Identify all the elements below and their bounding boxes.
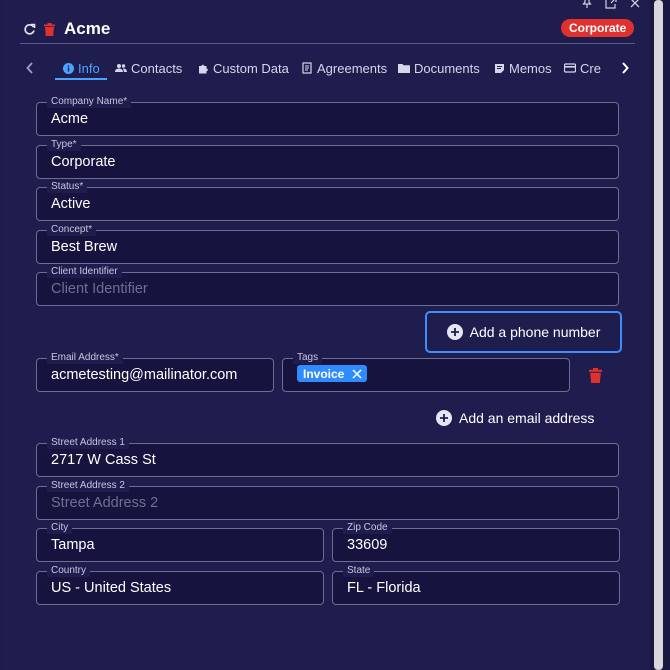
- street-address-2-field[interactable]: Street Address 2 Street Address 2: [36, 480, 619, 520]
- tab-credit[interactable]: Cre: [564, 58, 601, 78]
- company-name-label: Company Name*: [47, 96, 132, 108]
- email-field[interactable]: Email Address* acmetesting@mailinator.co…: [36, 352, 274, 392]
- concept-field[interactable]: Concept* Best Brew: [36, 224, 619, 264]
- folder-icon: [398, 62, 410, 74]
- email-label: Email Address*: [47, 352, 123, 364]
- type-value: Corporate: [51, 154, 116, 170]
- tag-chip-label: Invoice: [303, 366, 345, 381]
- street-address-1-field[interactable]: Street Address 1 2717 W Cass St: [36, 437, 619, 477]
- tags-label: Tags: [293, 352, 323, 364]
- add-email-button[interactable]: Add an email address: [436, 406, 594, 430]
- add-circle-icon: [436, 410, 452, 426]
- state-label: State: [343, 565, 375, 577]
- add-email-label: Add an email address: [459, 410, 595, 426]
- tab-info[interactable]: Info: [62, 58, 100, 78]
- concept-label: Concept*: [47, 224, 97, 236]
- header-divider: [20, 43, 635, 44]
- scrollbar[interactable]: [654, 0, 663, 670]
- street-address-1-value: 2717 W Cass St: [51, 452, 156, 468]
- pin-icon[interactable]: [580, 0, 594, 10]
- company-name-field[interactable]: Company Name* Acme: [36, 96, 619, 136]
- add-phone-button[interactable]: Add a phone number: [425, 311, 622, 353]
- concept-value: Best Brew: [51, 239, 118, 255]
- tab-scroll-right-button[interactable]: [617, 59, 633, 77]
- city-label: City: [47, 522, 73, 534]
- company-name-value: Acme: [51, 111, 89, 127]
- state-field[interactable]: State FL - Florida: [332, 565, 620, 605]
- client-identifier-label: Client Identifier: [47, 266, 122, 278]
- status-label: Status*: [47, 181, 88, 193]
- tab-bar: Info Contacts Custom Data Agreements Doc…: [22, 56, 637, 80]
- popout-icon[interactable]: [604, 0, 618, 10]
- add-circle-icon: [446, 324, 463, 340]
- document-icon: [301, 62, 313, 74]
- company-title: Acme: [64, 19, 111, 38]
- panel-header: Acme: [22, 18, 648, 40]
- info-icon: [62, 62, 74, 74]
- email-value: acmetesting@mailinator.com: [51, 367, 238, 383]
- delete-email-icon[interactable]: [587, 366, 603, 384]
- add-phone-label: Add a phone number: [469, 324, 601, 340]
- tab-custom-data[interactable]: Custom Data: [197, 58, 289, 78]
- city-value: Tampa: [51, 537, 95, 553]
- country-label: Country: [47, 565, 91, 577]
- tags-field[interactable]: Tags Invoice: [282, 352, 570, 392]
- tab-memos[interactable]: Memos: [493, 58, 552, 78]
- refresh-icon[interactable]: [22, 21, 36, 37]
- status-field[interactable]: Status* Active: [36, 181, 619, 221]
- memo-icon: [493, 62, 505, 74]
- puzzle-icon: [197, 62, 209, 74]
- client-identifier-field[interactable]: Client Identifier Client Identifier: [36, 266, 619, 306]
- tag-chip-invoice: Invoice: [297, 365, 368, 382]
- street-address-2-placeholder: Street Address 2: [51, 495, 159, 511]
- active-tab-indicator: [55, 78, 107, 80]
- company-type-badge: Corporate: [561, 19, 635, 37]
- people-icon: [115, 62, 127, 74]
- close-icon[interactable]: [628, 0, 642, 10]
- country-value: US - United States: [51, 580, 172, 596]
- window-controls: [580, 0, 642, 10]
- country-field[interactable]: Country US - United States: [36, 565, 324, 605]
- street-address-1-label: Street Address 1: [47, 437, 129, 449]
- city-field[interactable]: City Tampa: [36, 522, 324, 562]
- zip-code-field[interactable]: Zip Code 33609: [332, 522, 620, 562]
- credit-icon: [564, 62, 576, 74]
- status-value: Active: [51, 196, 91, 212]
- tab-agreements[interactable]: Agreements: [301, 58, 387, 78]
- type-label: Type*: [47, 139, 81, 151]
- zip-code-value: 33609: [347, 537, 388, 553]
- type-field[interactable]: Type* Corporate: [36, 139, 619, 179]
- remove-tag-icon[interactable]: [352, 368, 362, 379]
- client-identifier-placeholder: Client Identifier: [51, 281, 148, 297]
- state-value: FL - Florida: [347, 580, 421, 596]
- tab-strip: Info Contacts Custom Data Agreements Doc…: [22, 56, 612, 80]
- street-address-2-label: Street Address 2: [47, 480, 129, 492]
- delete-company-icon[interactable]: [42, 21, 56, 37]
- tab-documents[interactable]: Documents: [398, 58, 480, 78]
- zip-code-label: Zip Code: [343, 522, 392, 534]
- tab-contacts[interactable]: Contacts: [115, 58, 182, 78]
